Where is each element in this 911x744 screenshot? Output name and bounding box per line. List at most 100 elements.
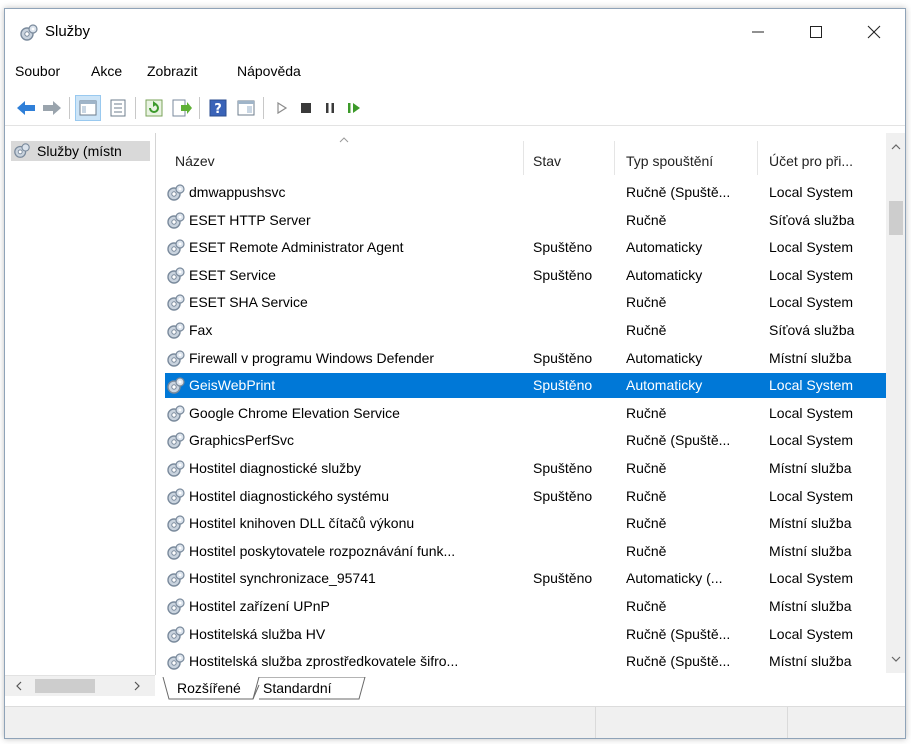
table-row[interactable]: Hostitel diagnostického systému Spuštěno R… <box>159 483 886 511</box>
table-row[interactable]: Firewall v programu Windows Defender Spuš… <box>159 345 886 373</box>
table-row[interactable]: Hostitel poskytovatele rozpoznávání funk… <box>159 538 886 566</box>
start-service-icon <box>277 101 288 115</box>
column-header-status[interactable]: Stav <box>533 153 561 169</box>
cell-account: Místní služba <box>769 515 852 532</box>
show-hide-button[interactable] <box>233 95 259 121</box>
cell-account: Místní služba <box>769 349 852 366</box>
view-tabs: Rozšířené Standardní <box>159 677 899 701</box>
export-list-button[interactable] <box>169 95 195 121</box>
scroll-up-icon[interactable] <box>891 143 901 151</box>
services-gear-icon <box>20 24 38 41</box>
services-gear-icon <box>14 143 30 158</box>
maximize-icon <box>810 26 822 38</box>
properties-button[interactable] <box>105 95 131 121</box>
cell-name: Hostitel zařízení UPnP <box>189 598 330 614</box>
table-row[interactable]: Hostitel zařízení UPnP Ručně Místní služba <box>159 593 886 621</box>
service-gear-icon <box>166 569 186 589</box>
status-separator <box>595 707 596 738</box>
cell-status: Spuštěno <box>533 460 593 476</box>
service-gear-icon <box>166 597 186 617</box>
cell-startup-type: Ručně (Spuště... <box>626 625 731 642</box>
table-row[interactable]: dmwappushsvc Ručně (Spuště... Local System <box>159 179 886 207</box>
restart-service-icon <box>348 103 360 113</box>
pause-service-button[interactable] <box>317 95 343 121</box>
table-row[interactable]: Google Chrome Elevation Service Ručně Loca… <box>159 400 886 428</box>
service-gear-icon <box>166 183 186 203</box>
help-button[interactable]: ? <box>205 95 231 121</box>
menu-napoveda[interactable]: Nápověda <box>237 63 301 79</box>
stop-service-button[interactable] <box>293 95 319 121</box>
column-header-startup-type[interactable]: Typ spouštění <box>626 153 713 169</box>
cell-account: Local System <box>769 432 854 449</box>
title-bar[interactable]: Služby <box>5 9 905 55</box>
table-row[interactable]: GraphicsPerfSvc Ručně (Spuště... Local Sys… <box>159 427 886 455</box>
table-row[interactable]: Hostitelská služba HV Ručně (Spuště... Loc… <box>159 621 886 649</box>
tab-standard[interactable]: Standardní <box>263 677 332 699</box>
table-row[interactable]: GeisWebPrint Spuštěno Automaticky Local Sys… <box>159 372 886 400</box>
scroll-down-icon[interactable] <box>891 655 901 663</box>
svg-text:?: ? <box>214 102 222 117</box>
forward-button[interactable] <box>39 95 65 121</box>
cell-status: Spuštěno <box>533 349 593 366</box>
scroll-thumb[interactable] <box>889 201 903 235</box>
column-separator[interactable] <box>523 141 524 175</box>
service-gear-icon <box>166 625 186 645</box>
table-row[interactable]: Hostitelská služba zprostředkovatele šif… <box>159 648 886 673</box>
table-row[interactable]: ESET Remote Administrator Agent Spuštěno A… <box>159 234 886 262</box>
service-gear-icon <box>166 404 186 424</box>
toolbar-separator <box>135 97 136 119</box>
minimize-icon <box>752 31 764 33</box>
cell-name: Hostitelská služba HV <box>189 625 326 642</box>
forward-arrow-icon <box>43 101 61 115</box>
cell-account: Local System <box>769 266 854 283</box>
back-button[interactable] <box>13 95 39 121</box>
cell-startup-type: Automaticky <box>626 377 703 394</box>
table-row[interactable]: ESET HTTP Server Ručně Síťová služba <box>159 207 886 235</box>
cell-account: Local System <box>769 294 854 311</box>
column-separator[interactable] <box>757 141 758 175</box>
cell-account: Local System <box>769 404 854 421</box>
close-button[interactable] <box>845 9 903 55</box>
refresh-button[interactable] <box>141 95 167 121</box>
restart-service-button[interactable] <box>341 95 367 121</box>
table-row[interactable]: Hostitel knihoven DLL čítačů výkonu Ručně… <box>159 510 886 538</box>
column-separator[interactable] <box>614 141 615 175</box>
menu-akce[interactable]: Akce <box>91 63 122 79</box>
cell-account: Local System <box>769 570 854 587</box>
left-horizontal-scrollbar[interactable] <box>5 675 155 696</box>
scroll-thumb[interactable] <box>35 679 95 693</box>
service-gear-icon <box>166 321 186 341</box>
menu-soubor[interactable]: Soubor <box>15 63 60 79</box>
table-row[interactable]: Hostitel diagnostické služby Spuštěno Ručn… <box>159 455 886 483</box>
scroll-left-icon[interactable] <box>15 681 23 691</box>
minimize-button[interactable] <box>729 9 787 55</box>
table-row[interactable]: ESET SHA Service Ručně Local System <box>159 289 886 317</box>
cell-startup-type: Automaticky <box>626 349 703 366</box>
menu-zobrazit[interactable]: Zobrazit <box>147 63 198 79</box>
column-header-name[interactable]: Název <box>175 153 215 169</box>
table-row[interactable]: Fax Ručně Síťová služba <box>159 317 886 345</box>
cell-account: Local System <box>769 239 854 256</box>
cell-startup-type: Ručně (Spuště... <box>626 432 731 449</box>
maximize-button[interactable] <box>787 9 845 55</box>
sort-ascending-icon <box>339 137 349 143</box>
cell-account: Místní služba <box>769 542 852 559</box>
tree-item-services-local[interactable]: Služby (místn <box>11 141 150 161</box>
cell-name: ESET Remote Administrator Agent <box>189 239 404 256</box>
service-gear-icon <box>166 487 186 507</box>
cell-name: Firewall v programu Windows Defender <box>189 349 435 366</box>
status-bar <box>5 706 905 738</box>
cell-status: Spuštěno <box>533 487 593 504</box>
cell-status: Spuštěno <box>533 570 593 587</box>
table-row[interactable]: ESET Service Spuštěno Automaticky Local Sys… <box>159 262 886 290</box>
scroll-right-icon[interactable] <box>133 681 141 691</box>
console-tree-icon <box>79 100 97 116</box>
console-tree-button[interactable] <box>75 95 101 121</box>
cell-startup-type: Ručně <box>626 598 667 614</box>
cell-name: Fax <box>189 322 213 338</box>
tab-extended[interactable]: Rozšířené <box>177 677 241 699</box>
table-row[interactable]: Hostitel synchronizace_95741 Spuštěno Auto… <box>159 565 886 593</box>
column-header-account[interactable]: Účet pro při... <box>769 153 853 169</box>
start-service-button[interactable] <box>269 95 295 121</box>
vertical-scrollbar[interactable] <box>886 133 905 673</box>
